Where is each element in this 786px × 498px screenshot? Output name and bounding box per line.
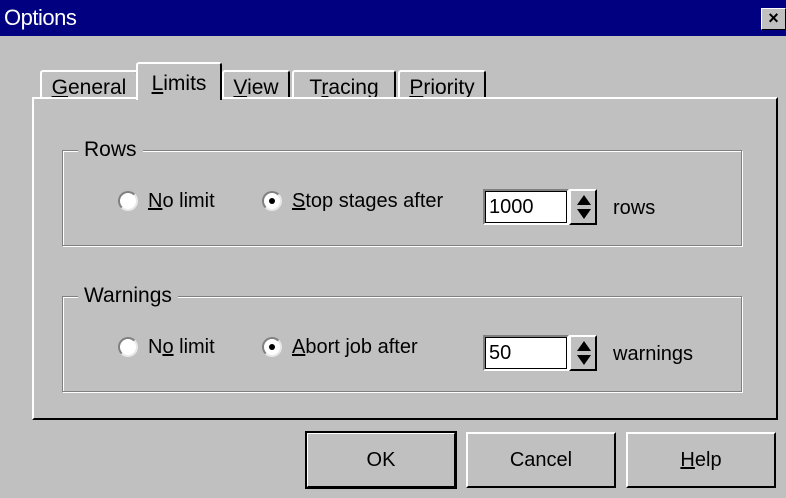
warnings-limit-input[interactable]: 50 [483,335,569,371]
tab-view-accelerator: V [233,76,248,99]
tab-general[interactable]: General [40,70,138,99]
tab-general-accelerator: G [51,76,68,99]
down-arrow-icon [577,355,591,365]
tab-priority-accelerator: P [409,76,424,99]
rows-limit-input[interactable]: 1000 [483,189,569,225]
title-bar: Options [0,0,786,36]
close-button[interactable]: × [761,8,786,30]
tab-view[interactable]: View [222,70,290,99]
rows-no-limit-radio[interactable]: No limit [118,188,238,214]
up-arrow-icon [577,195,591,205]
radio-button-icon [262,337,282,357]
tab-limits-accelerator: L [151,72,164,95]
cancel-button[interactable]: Cancel [466,432,616,488]
help-button[interactable]: Help [626,432,776,488]
tab-tracing[interactable]: Tracing [292,70,396,99]
radio-button-icon [262,191,282,211]
warnings-abort-after-radio[interactable]: Abort job after [262,334,452,360]
tab-priority[interactable]: Priority [398,70,486,99]
close-icon: × [768,8,779,28]
window-title: Options [4,5,77,30]
radio-button-icon [118,191,138,211]
rows-unit-label: rows [613,197,656,219]
warnings-no-limit-radio[interactable]: No limit [118,334,238,360]
warnings-spinner-button[interactable] [569,335,597,371]
warnings-group-legend: Warnings [78,284,178,308]
rows-spinner-button[interactable] [569,189,597,225]
tab-limits[interactable]: Limits [136,62,222,100]
warnings-unit-label: warnings [613,343,694,365]
radio-button-icon [118,337,138,357]
radio-selected-dot [269,198,275,204]
ok-button[interactable]: OK [305,431,457,489]
radio-selected-dot [269,344,275,350]
up-arrow-icon [577,341,591,351]
rows-stop-after-radio[interactable]: Stop stages after [262,188,472,214]
down-arrow-icon [577,209,591,219]
rows-group-legend: Rows [78,138,143,162]
